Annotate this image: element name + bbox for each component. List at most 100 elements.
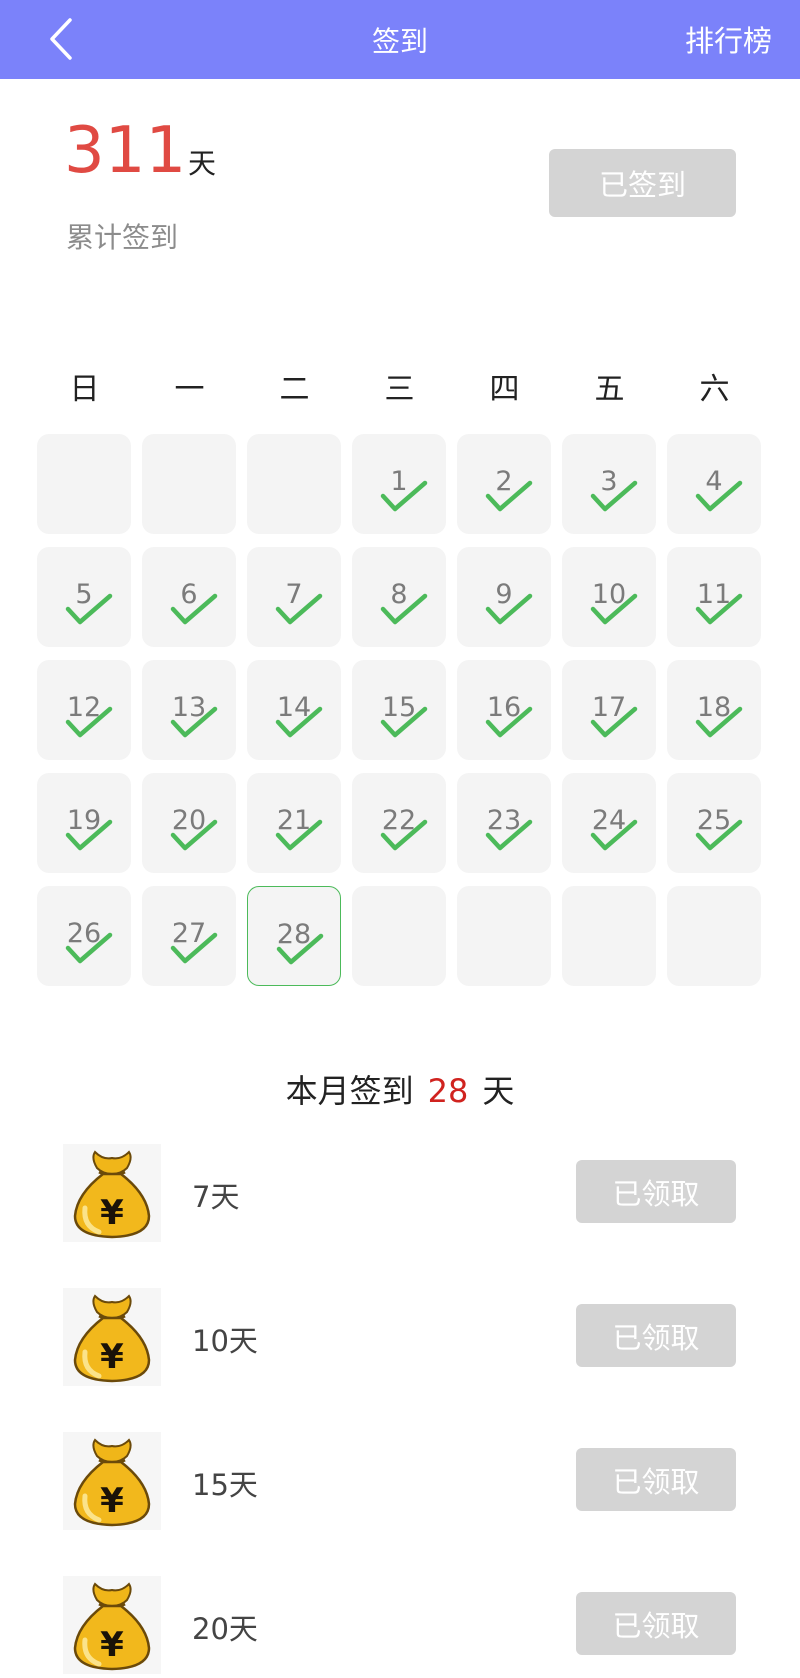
calendar-day-9[interactable]: 9 xyxy=(457,547,551,647)
check-icon xyxy=(65,932,113,964)
claimed-button[interactable]: 已领取 xyxy=(576,1160,736,1223)
weekday-label: 二 xyxy=(279,372,310,407)
check-icon xyxy=(380,819,428,851)
check-icon xyxy=(485,480,533,512)
weekday-label: 五 xyxy=(594,372,625,407)
money-bag-icon: ¥ xyxy=(63,1288,161,1386)
check-icon xyxy=(380,480,428,512)
check-icon xyxy=(590,706,638,738)
top-bar: 签到 排行榜 xyxy=(0,0,800,79)
calendar-day-25[interactable]: 25 xyxy=(667,773,761,873)
calendar-day-21[interactable]: 21 xyxy=(247,773,341,873)
calendar-empty-cell xyxy=(562,886,656,986)
calendar-day-1[interactable]: 1 xyxy=(352,434,446,534)
reward-row: ¥ 15天 已领取 xyxy=(0,1432,800,1532)
claimed-button[interactable]: 已领取 xyxy=(576,1448,736,1511)
calendar-day-5[interactable]: 5 xyxy=(37,547,131,647)
money-bag-icon: ¥ xyxy=(63,1144,161,1242)
check-icon xyxy=(590,593,638,625)
calendar-day-24[interactable]: 24 xyxy=(562,773,656,873)
month-summary-prefix: 本月签到 xyxy=(285,1072,414,1110)
calendar-day-15[interactable]: 15 xyxy=(352,660,446,760)
calendar-day-4[interactable]: 4 xyxy=(667,434,761,534)
calendar-day-7[interactable]: 7 xyxy=(247,547,341,647)
calendar-day-18[interactable]: 18 xyxy=(667,660,761,760)
month-summary-count: 28 xyxy=(427,1072,469,1110)
calendar-day-14[interactable]: 14 xyxy=(247,660,341,760)
leaderboard-link[interactable]: 排行榜 xyxy=(685,18,772,60)
weekday-label: 六 xyxy=(699,372,730,407)
calendar-empty-cell xyxy=(247,434,341,534)
svg-text:¥: ¥ xyxy=(100,1193,124,1233)
check-icon xyxy=(485,819,533,851)
reward-days-label: 7天 xyxy=(192,1180,240,1214)
calendar-empty-cell xyxy=(667,886,761,986)
calendar-grid: 1 2 3 4 5 6 7 8 9 10 11 12 13 14 15 16 17 18 19 20 21 22 23 24 2… xyxy=(37,434,767,990)
weekday-label: 日 xyxy=(69,372,100,407)
calendar-day-13[interactable]: 13 xyxy=(142,660,236,760)
calendar-day-12[interactable]: 12 xyxy=(37,660,131,760)
svg-text:¥: ¥ xyxy=(100,1481,124,1521)
money-bag-icon: ¥ xyxy=(63,1576,161,1674)
reward-row: ¥ 7天 已领取 xyxy=(0,1144,800,1244)
calendar-day-27[interactable]: 27 xyxy=(142,886,236,986)
check-icon xyxy=(695,706,743,738)
weekday-label: 三 xyxy=(384,372,415,407)
page-title: 签到 xyxy=(371,25,428,58)
check-icon xyxy=(170,593,218,625)
check-icon xyxy=(170,819,218,851)
weekday-label: 一 xyxy=(174,372,205,407)
money-bag-icon: ¥ xyxy=(63,1432,161,1530)
check-icon xyxy=(590,480,638,512)
calendar-day-8[interactable]: 8 xyxy=(352,547,446,647)
calendar-day-23[interactable]: 23 xyxy=(457,773,551,873)
checked-in-button[interactable]: 已签到 xyxy=(549,149,736,217)
check-icon xyxy=(590,819,638,851)
reward-row: ¥ 10天 已领取 xyxy=(0,1288,800,1388)
check-icon xyxy=(170,706,218,738)
check-icon xyxy=(275,593,323,625)
check-icon xyxy=(380,593,428,625)
check-icon xyxy=(695,819,743,851)
calendar-day-11[interactable]: 11 xyxy=(667,547,761,647)
total-checkin-days: 311 xyxy=(64,114,187,188)
calendar-day-26[interactable]: 26 xyxy=(37,886,131,986)
check-icon xyxy=(275,819,323,851)
check-icon xyxy=(380,706,428,738)
calendar-day-10[interactable]: 10 xyxy=(562,547,656,647)
reward-row: ¥ 20天 已领取 xyxy=(0,1576,800,1676)
calendar-day-16[interactable]: 16 xyxy=(457,660,551,760)
calendar-day-6[interactable]: 6 xyxy=(142,547,236,647)
calendar-day-3[interactable]: 3 xyxy=(562,434,656,534)
calendar-day-2[interactable]: 2 xyxy=(457,434,551,534)
check-icon xyxy=(276,933,324,965)
total-checkin-label: 累计签到 xyxy=(66,221,179,254)
calendar-day-28[interactable]: 28 xyxy=(247,886,341,986)
calendar-day-19[interactable]: 19 xyxy=(37,773,131,873)
check-icon xyxy=(65,706,113,738)
check-icon xyxy=(65,593,113,625)
check-icon xyxy=(485,706,533,738)
calendar-day-22[interactable]: 22 xyxy=(352,773,446,873)
calendar-empty-cell xyxy=(352,886,446,986)
calendar-empty-cell xyxy=(37,434,131,534)
check-icon xyxy=(695,593,743,625)
check-icon xyxy=(275,706,323,738)
svg-text:¥: ¥ xyxy=(100,1337,124,1377)
total-days-unit: 天 xyxy=(188,147,217,180)
reward-days-label: 10天 xyxy=(192,1324,258,1358)
reward-days-label: 15天 xyxy=(192,1468,258,1502)
claimed-button[interactable]: 已领取 xyxy=(576,1592,736,1655)
check-icon xyxy=(170,932,218,964)
calendar-empty-cell xyxy=(142,434,236,534)
calendar-day-17[interactable]: 17 xyxy=(562,660,656,760)
calendar-day-20[interactable]: 20 xyxy=(142,773,236,873)
calendar-empty-cell xyxy=(457,886,551,986)
reward-days-label: 20天 xyxy=(192,1612,258,1646)
weekday-header: 日一二三四五六 xyxy=(32,364,767,408)
check-icon xyxy=(485,593,533,625)
svg-text:¥: ¥ xyxy=(100,1625,124,1665)
claimed-button[interactable]: 已领取 xyxy=(576,1304,736,1367)
month-summary-suffix: 天 xyxy=(482,1072,515,1110)
month-summary: 本月签到 28 天 xyxy=(0,1066,800,1112)
